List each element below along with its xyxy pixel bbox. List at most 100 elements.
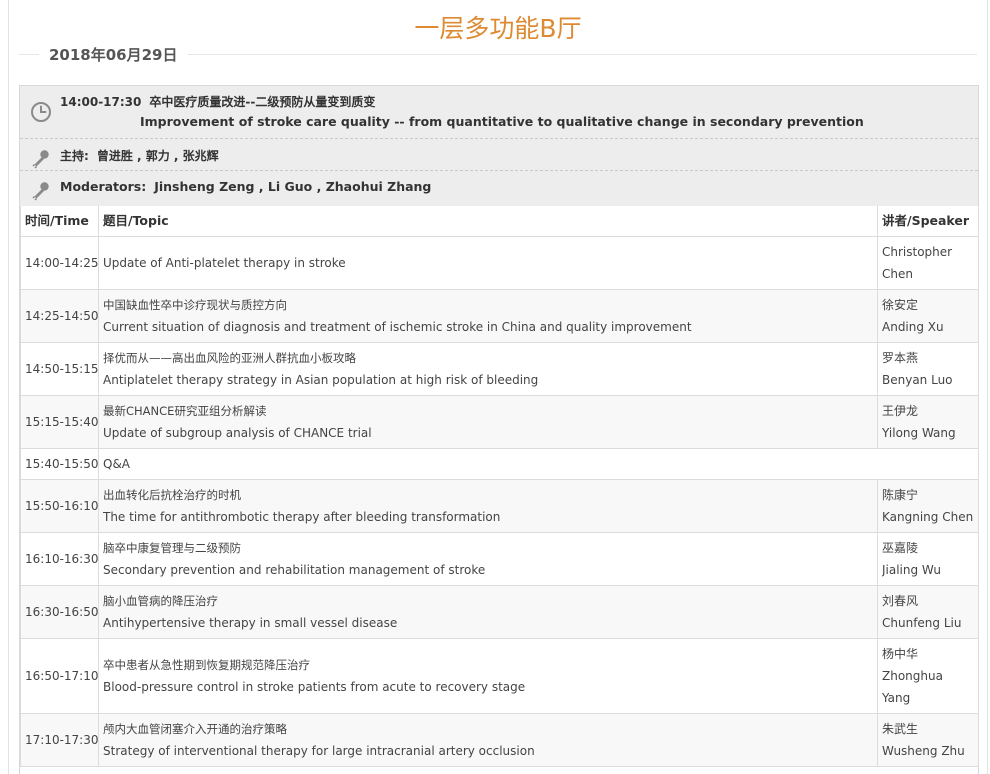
speaker-cn: 王伊龙 [882, 404, 919, 418]
row-topic: 最新CHANCE研究亚组分析解读 Update of subgroup analy… [98, 395, 878, 449]
topic-en: Strategy of interventional therapy for l… [103, 744, 535, 758]
topic-en: The time for antithrombotic therapy afte… [103, 510, 501, 524]
row-speaker: 徐安定 Anding Xu [877, 289, 979, 343]
speaker-en: Kangning Chen [882, 510, 974, 524]
speaker-en: Yilong Wang [882, 426, 956, 440]
speaker-cn: 陈康宁 [882, 488, 919, 502]
table-row: 15:40-15:50 Q&A [20, 448, 979, 480]
row-topic: 卒中患者从急性期到恢复期规范降压治疗 Blood-pressure control… [98, 638, 878, 714]
speaker-en: Wusheng Zhu [882, 744, 965, 758]
table-row: 16:10-16:30 脑卒中康复管理与二级预防 Secondary prevent… [20, 532, 979, 586]
row-speaker: 罗本燕 Benyan Luo [877, 342, 979, 396]
table-row: 17:10-17:30 颅内大血管闭塞介入开通的治疗策略 Strategy of i… [20, 713, 979, 767]
topic-en: Blood-pressure control in stroke patient… [103, 680, 526, 694]
speaker-en: Jialing Wu [882, 563, 941, 577]
speaker-en: Anding Xu [882, 320, 944, 334]
row-time: 17:10-17:30 [20, 713, 99, 767]
table-row: 14:25-14:50 中国缺血性卒中诊疗现状与质控方向 Current situa… [20, 289, 979, 343]
topic-en: Q&A [103, 457, 131, 471]
row-topic: 出血转化后抗栓治疗的时机 The time for antithrombotic … [98, 479, 878, 533]
session-moderators-row: Moderators: Jinsheng Zeng , Li Guo , Zhao… [20, 170, 978, 204]
topic-cn: 中国缺血性卒中诊疗现状与质控方向 [103, 298, 287, 312]
session-time-line: 14:00-17:30 卒中医疗质量改进--二级预防从量变到质变 [60, 93, 375, 110]
table-row: 15:50-16:10 出血转化后抗栓治疗的时机 The time for anti… [20, 479, 979, 533]
session-title-en: Improvement of stroke care quality -- fr… [140, 114, 864, 129]
speaker-cn: 巫嘉陵 [882, 541, 919, 555]
speaker-en: Christopher Chen [882, 245, 953, 281]
session-moderators: Moderators: Jinsheng Zeng , Li Guo , Zhao… [60, 179, 431, 194]
row-time: 14:50-15:15 [20, 342, 99, 396]
speaker-en: Chunfeng Liu [882, 616, 962, 630]
row-speaker: Christopher Chen [877, 236, 979, 290]
topic-en: Current situation of diagnosis and treat… [103, 320, 692, 334]
row-topic: 脑卒中康复管理与二级预防 Secondary prevention and reh… [98, 532, 878, 586]
row-topic: Q&A [98, 448, 979, 480]
speaker-cn: 刘春风 [882, 594, 919, 608]
row-speaker: 刘春风 Chunfeng Liu [877, 585, 979, 639]
row-time: 16:30-16:50 [20, 585, 99, 639]
row-speaker: 杨中华 Zhonghua Yang [877, 638, 979, 714]
row-time: 16:50-17:10 [20, 638, 99, 714]
row-time: 15:50-16:10 [20, 479, 99, 533]
topic-en: Update of subgroup analysis of CHANCE tr… [103, 426, 372, 440]
row-speaker: 朱武生 Wusheng Zhu [877, 713, 979, 767]
row-time: 16:10-16:30 [20, 532, 99, 586]
moderator-names: Jinsheng Zeng , Li Guo , Zhaohui Zhang [154, 179, 432, 194]
schedule-body: 14:00-14:25 Update of Anti-platelet thera… [20, 236, 979, 767]
microphone-icon [32, 182, 49, 201]
row-time: 14:00-14:25 [20, 236, 99, 290]
topic-en: Secondary prevention and rehabilitation … [103, 563, 486, 577]
table-row: 14:00-14:25 Update of Anti-platelet thera… [20, 236, 979, 290]
speaker-en: Zhonghua Yang [882, 669, 943, 705]
topic-cn: 脑小血管病的降压治疗 [103, 594, 218, 608]
microphone-icon [32, 150, 49, 169]
header-time: 时间/Time [20, 205, 99, 237]
row-time: 15:40-15:50 [20, 448, 99, 480]
host-label: 主持: [60, 149, 89, 163]
row-topic: Update of Anti-platelet therapy in strok… [98, 236, 878, 290]
topic-en: Update of Anti-platelet therapy in strok… [103, 256, 346, 270]
row-speaker: 巫嘉陵 Jialing Wu [877, 532, 979, 586]
topic-cn: 出血转化后抗栓治疗的时机 [103, 488, 241, 502]
speaker-cn: 徐安定 [882, 298, 919, 312]
session-title-cn: 卒中医疗质量改进--二级预防从量变到质变 [149, 95, 376, 109]
row-topic: 颅内大血管闭塞介入开通的治疗策略 Strategy of intervention… [98, 713, 878, 767]
schedule-table: 时间/Time 题目/Topic 讲者/Speaker 14:00-14:25 U… [20, 205, 979, 767]
topic-en: Antiplatelet therapy strategy in Asian p… [103, 373, 539, 387]
row-speaker: 王伊龙 Yilong Wang [877, 395, 979, 449]
speaker-cn: 杨中华 [882, 647, 919, 661]
page-frame: 一层多功能B厅 2018年06月29日 14:00-17:30 卒中医疗质量改进-… [8, 0, 988, 774]
table-row: 15:15-15:40 最新CHANCE研究亚组分析解读 Update of sub… [20, 395, 979, 449]
speaker-en: Benyan Luo [882, 373, 953, 387]
session-info: 14:00-17:30 卒中医疗质量改进--二级预防从量变到质变 Improvem… [20, 86, 978, 206]
row-topic: 脑小血管病的降压治疗 Antihypertensive therapy in sm… [98, 585, 878, 639]
table-row: 16:30-16:50 脑小血管病的降压治疗 Antihypertensive th… [20, 585, 979, 639]
row-time: 15:15-15:40 [20, 395, 99, 449]
topic-cn: 择优而从——高出血风险的亚洲人群抗血小板攻略 [103, 351, 356, 365]
header-topic: 题目/Topic [98, 205, 878, 237]
moderators-label: Moderators: [60, 179, 147, 194]
session-time: 14:00-17:30 [60, 95, 142, 109]
hall-title: 一层多功能B厅 [414, 14, 582, 43]
table-row: 14:50-15:15 择优而从——高出血风险的亚洲人群抗血小板攻略 Antipla… [20, 342, 979, 396]
row-topic: 择优而从——高出血风险的亚洲人群抗血小板攻略 Antiplatelet thera… [98, 342, 878, 396]
session-host-row: 主持: 曾进胜 , 郭力 , 张兆辉 [20, 138, 978, 170]
session-time-row: 14:00-17:30 卒中医疗质量改进--二级预防从量变到质变 Improvem… [20, 86, 978, 138]
topic-cn: 脑卒中康复管理与二级预防 [103, 541, 241, 555]
session-block: 14:00-17:30 卒中医疗质量改进--二级预防从量变到质变 Improvem… [19, 85, 979, 774]
topic-cn: 最新CHANCE研究亚组分析解读 [103, 404, 267, 418]
row-time: 14:25-14:50 [20, 289, 99, 343]
date-label: 2018年06月29日 [39, 44, 188, 66]
host-names: 曾进胜 , 郭力 , 张兆辉 [96, 149, 219, 163]
topic-cn: 卒中患者从急性期到恢复期规范降压治疗 [103, 658, 310, 672]
topic-en: Antihypertensive therapy in small vessel… [103, 616, 398, 630]
speaker-cn: 朱武生 [882, 722, 919, 736]
speaker-cn: 罗本燕 [882, 351, 919, 365]
header-speaker: 讲者/Speaker [877, 205, 979, 237]
clock-icon [31, 102, 51, 122]
row-topic: 中国缺血性卒中诊疗现状与质控方向 Current situation of dia… [98, 289, 878, 343]
row-speaker: 陈康宁 Kangning Chen [877, 479, 979, 533]
table-row: 16:50-17:10 卒中患者从急性期到恢复期规范降压治疗 Blood-press… [20, 638, 979, 714]
session-hosts: 主持: 曾进胜 , 郭力 , 张兆辉 [60, 147, 219, 164]
schedule-header-row: 时间/Time 题目/Topic 讲者/Speaker [20, 205, 979, 237]
